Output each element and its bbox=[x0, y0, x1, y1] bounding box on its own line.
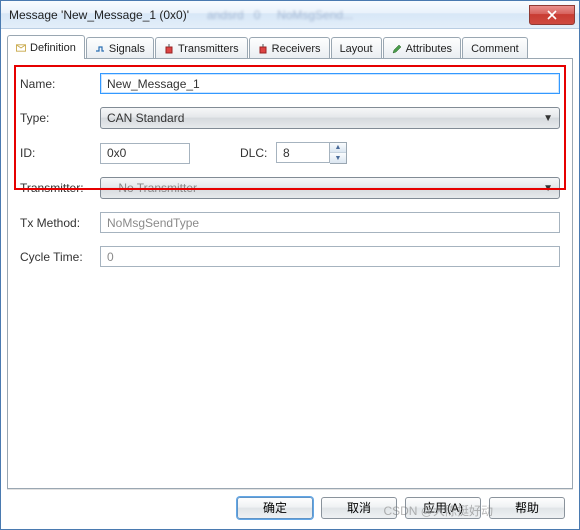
type-select[interactable]: CAN Standard ▼ bbox=[100, 107, 560, 129]
dlc-label: DLC: bbox=[240, 146, 276, 160]
client-area: Definition Signals Transmitters Receiver… bbox=[1, 29, 579, 529]
pencil-icon bbox=[392, 44, 402, 54]
tab-comment[interactable]: Comment bbox=[462, 37, 528, 59]
transmitter-label: Transmitter: bbox=[20, 181, 100, 195]
tab-layout[interactable]: Layout bbox=[331, 37, 382, 59]
tab-label: Comment bbox=[471, 43, 519, 55]
ok-button[interactable]: 确定 bbox=[237, 497, 313, 519]
cancel-button[interactable]: 取消 bbox=[321, 497, 397, 519]
transmitter-select[interactable]: -- No Transmitter -- ▼ bbox=[100, 177, 560, 199]
close-button[interactable] bbox=[529, 5, 575, 25]
transmitter-value: -- No Transmitter -- bbox=[107, 181, 208, 195]
blurred-text: andsrd 0 NoMsgSend... bbox=[207, 8, 353, 22]
type-label: Type: bbox=[20, 111, 100, 125]
chevron-down-icon: ▼ bbox=[543, 113, 553, 124]
tab-label: Definition bbox=[30, 42, 76, 54]
cycle-input bbox=[100, 246, 560, 267]
name-input[interactable] bbox=[100, 73, 560, 94]
tab-label: Signals bbox=[109, 43, 145, 55]
id-input[interactable] bbox=[100, 143, 190, 164]
tab-transmitters[interactable]: Transmitters bbox=[155, 37, 248, 59]
window-title: Message 'New_Message_1 (0x0)' bbox=[9, 8, 189, 22]
help-button[interactable]: 帮助 bbox=[489, 497, 565, 519]
type-value: CAN Standard bbox=[107, 111, 184, 125]
dialog-footer: 确定 取消 应用(A) 帮助 CSDN @大陈挺好动 bbox=[7, 489, 573, 525]
tab-definition[interactable]: Definition bbox=[7, 35, 85, 59]
apply-button[interactable]: 应用(A) bbox=[405, 497, 481, 519]
tab-label: Receivers bbox=[272, 43, 321, 55]
tab-receivers[interactable]: Receivers bbox=[249, 37, 330, 59]
chevron-down-icon: ▼ bbox=[543, 183, 553, 194]
spin-down-icon[interactable]: ▼ bbox=[330, 153, 346, 163]
node-icon bbox=[164, 44, 174, 54]
tab-attributes[interactable]: Attributes bbox=[383, 37, 461, 59]
spin-up-icon[interactable]: ▲ bbox=[330, 143, 346, 153]
tab-page-definition: Name: Type: CAN Standard ▼ ID: DLC: ▲ bbox=[7, 58, 573, 489]
txmethod-input bbox=[100, 212, 560, 233]
dlc-stepper[interactable]: ▲ ▼ bbox=[276, 142, 347, 164]
cycle-label: Cycle Time: bbox=[20, 250, 100, 264]
close-icon bbox=[547, 10, 557, 20]
tab-label: Attributes bbox=[406, 43, 452, 55]
id-label: ID: bbox=[20, 146, 100, 160]
tab-label: Transmitters bbox=[178, 43, 239, 55]
txmethod-label: Tx Method: bbox=[20, 216, 100, 230]
tab-label: Layout bbox=[340, 43, 373, 55]
dialog-window: Message 'New_Message_1 (0x0)' andsrd 0 N… bbox=[0, 0, 580, 530]
name-label: Name: bbox=[20, 77, 100, 91]
tab-signals[interactable]: Signals bbox=[86, 37, 154, 59]
envelope-icon bbox=[16, 43, 26, 53]
dlc-input[interactable] bbox=[276, 142, 330, 163]
node-icon bbox=[258, 44, 268, 54]
signal-icon bbox=[95, 44, 105, 54]
tab-strip: Definition Signals Transmitters Receiver… bbox=[7, 35, 573, 59]
title-bar: Message 'New_Message_1 (0x0)' andsrd 0 N… bbox=[1, 1, 579, 29]
